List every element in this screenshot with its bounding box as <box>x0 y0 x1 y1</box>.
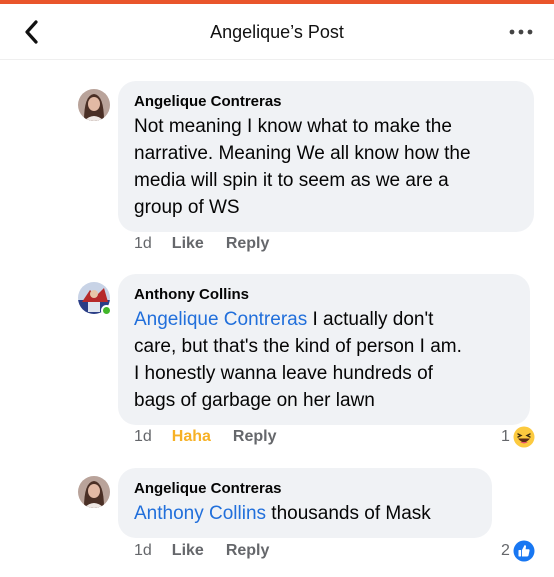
comment-author[interactable]: Anthony Collins <box>134 285 516 304</box>
mention-link[interactable]: Angelique Contreras <box>134 309 307 330</box>
reaction-count: 1 <box>501 428 510 445</box>
comment-line: I honestly wanna leave hundreds of <box>134 363 433 384</box>
comment-line: bags of garbage on her lawn <box>134 390 375 411</box>
comment-line: Anthony Collins thousands of Mask <box>134 500 478 527</box>
comment-text: Anthony Collins thousands of Mask <box>134 500 478 527</box>
comment-actions: 1d Haha Reply <box>134 428 299 446</box>
comment-actions: 1d Like Reply <box>134 542 291 560</box>
comment-bubble: Angelique Contreras Not meaning I know w… <box>118 81 534 232</box>
haha-emoji-icon <box>513 426 535 448</box>
comment-line: Angelique Contreras I actually don't <box>134 306 516 333</box>
comment-timestamp[interactable]: 1d <box>134 428 152 446</box>
reaction-count: 2 <box>501 542 510 559</box>
avatar[interactable] <box>78 89 110 121</box>
comment-actions: 1d Like Reply <box>134 235 291 253</box>
comment-author[interactable]: Angelique Contreras <box>134 479 478 498</box>
avatar[interactable] <box>78 476 110 508</box>
reaction-summary[interactable]: 2 <box>501 540 535 562</box>
like-button[interactable]: Like <box>172 542 204 560</box>
ellipsis-icon <box>509 29 533 35</box>
comment-line: Not meaning I know what to make the <box>134 116 452 137</box>
comment-line-rest: thousands of Mask <box>266 503 431 524</box>
reply-button[interactable]: Reply <box>226 542 270 560</box>
comment-line: care, but that's the kind of person I am… <box>134 336 462 357</box>
comment-text: Not meaning I know what to make the narr… <box>134 113 520 221</box>
profile-photo <box>78 476 110 508</box>
comment-line: narrative. Meaning We all know how the <box>134 143 471 164</box>
more-options-button[interactable] <box>506 18 536 46</box>
avatar[interactable] <box>78 282 112 316</box>
online-status-dot <box>101 305 112 316</box>
mention-link[interactable]: Anthony Collins <box>134 503 266 524</box>
like-button[interactable]: Like <box>172 235 204 253</box>
haha-reaction-button[interactable]: Haha <box>172 428 211 446</box>
comment-bubble: Anthony Collins Angelique Contreras I ac… <box>118 274 530 425</box>
comment-line: group of WS <box>134 197 240 218</box>
comment-bubble: Angelique Contreras Anthony Collins thou… <box>118 468 492 538</box>
reply-button[interactable]: Reply <box>233 428 277 446</box>
comment-timestamp[interactable]: 1d <box>134 542 152 560</box>
comment-text: Angelique Contreras I actually don't car… <box>134 306 516 414</box>
comment-line-rest: I actually don't <box>307 309 434 330</box>
comment-line: media will spin it to seem as we are a <box>134 170 449 191</box>
like-thumb-icon <box>513 540 535 562</box>
comment-timestamp[interactable]: 1d <box>134 235 152 253</box>
reaction-summary[interactable]: 1 <box>501 426 535 448</box>
page-title: Angelique’s Post <box>210 22 344 42</box>
comment-author[interactable]: Angelique Contreras <box>134 92 520 111</box>
profile-photo <box>78 89 110 121</box>
reply-button[interactable]: Reply <box>226 235 270 253</box>
post-header: Angelique’s Post <box>0 4 554 60</box>
